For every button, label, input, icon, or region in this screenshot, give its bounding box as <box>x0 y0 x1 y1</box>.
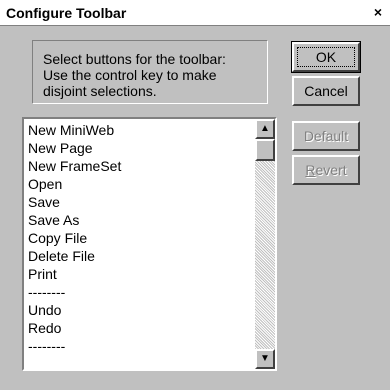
list-item[interactable]: -------- <box>24 283 255 301</box>
list-item[interactable]: -------- <box>24 337 255 355</box>
window-title: Configure Toolbar <box>6 5 127 21</box>
list-item[interactable]: New Page <box>24 139 255 157</box>
ok-button[interactable]: OK <box>291 41 361 73</box>
list-item[interactable]: Undo <box>24 301 255 319</box>
vertical-scrollbar[interactable]: ▲ ▼ <box>255 119 275 369</box>
list-item[interactable]: Print <box>24 265 255 283</box>
list-items-container: New MiniWeb New Page New FrameSet Open S… <box>24 119 255 371</box>
cancel-button[interactable]: Cancel <box>292 76 360 106</box>
list-item[interactable]: New MiniWeb <box>24 121 255 139</box>
revert-mnemonic: R <box>305 162 316 178</box>
title-bar: Configure Toolbar × <box>0 0 390 26</box>
default-button[interactable]: Default <box>292 121 360 151</box>
revert-label-rest: evert <box>315 162 347 178</box>
list-item[interactable]: Copy File <box>24 229 255 247</box>
scroll-thumb[interactable] <box>255 139 275 161</box>
ok-button-label: OK <box>296 47 356 67</box>
list-item[interactable]: Save As <box>24 211 255 229</box>
instructions-line-3: disjoint selections. <box>43 83 157 99</box>
scroll-up-icon[interactable]: ▲ <box>255 119 275 139</box>
list-item[interactable]: Save <box>24 193 255 211</box>
list-item[interactable]: Delete File <box>24 247 255 265</box>
instructions-line-1: Select buttons for the toolbar: <box>43 51 226 67</box>
instructions-panel: Select buttons for the toolbar: Use the … <box>32 40 268 104</box>
toolbar-buttons-list[interactable]: New MiniWeb New Page New FrameSet Open S… <box>22 117 277 371</box>
list-item[interactable]: Open <box>24 175 255 193</box>
revert-button[interactable]: Revert <box>292 155 360 185</box>
scroll-down-icon[interactable]: ▼ <box>255 349 275 369</box>
instructions-line-2: Use the control key to make <box>43 67 217 83</box>
close-icon[interactable]: × <box>370 4 386 20</box>
list-item[interactable]: New FrameSet <box>24 157 255 175</box>
list-item[interactable]: Redo <box>24 319 255 337</box>
